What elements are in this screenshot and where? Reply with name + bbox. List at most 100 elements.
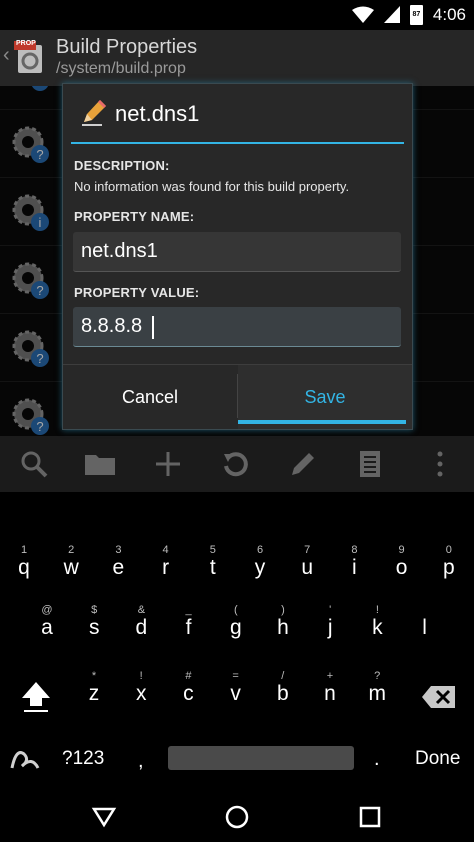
key-x[interactable]: ! x [118, 666, 164, 718]
app-title: Build Properties [56, 36, 198, 58]
pencil-icon [82, 100, 106, 126]
key-hint: 9 [398, 544, 405, 556]
soft-keyboard: 1q2w3e4r5t6y7u8i9o0p @ a $ s & d _ f(g) h ' j! k l *… [0, 492, 474, 792]
key-hint: 1 [20, 544, 28, 556]
key-hint: 4 [162, 544, 169, 556]
recents-button[interactable] [355, 802, 385, 832]
key-label: l [422, 616, 427, 639]
back-triangle-icon [91, 807, 117, 828]
back-chevron-icon[interactable]: ‹ [3, 44, 10, 67]
backspace-key[interactable] [421, 684, 457, 710]
back-button[interactable] [89, 802, 119, 832]
key-r[interactable]: 4r [143, 540, 189, 592]
key-d[interactable]: & d [118, 600, 164, 652]
key-hint: 3 [115, 544, 122, 556]
key-hint: & [137, 604, 146, 616]
key-g[interactable]: (g [213, 600, 259, 652]
property-name-input[interactable] [73, 232, 401, 271]
key-o[interactable]: 9o [379, 540, 425, 592]
shift-key[interactable] [18, 678, 54, 714]
key-hint: _ [185, 604, 192, 616]
key-label: w [63, 556, 79, 579]
key-t[interactable]: 5t [190, 540, 236, 592]
key-hint: / [281, 670, 285, 682]
key-j[interactable]: ' j [307, 600, 353, 652]
key-hint: ( [233, 604, 238, 616]
app-icon[interactable]: PROP [14, 39, 46, 75]
description-text: No information was found for this build … [74, 179, 350, 194]
property-value-field[interactable] [73, 307, 401, 347]
key-p[interactable]: 0p [426, 540, 472, 592]
key-label: h [277, 616, 289, 639]
navigation-bar [0, 792, 474, 842]
key-hint: 0 [445, 544, 452, 556]
key-label: n [324, 682, 336, 705]
property-name-field[interactable] [73, 232, 401, 272]
shift-icon [22, 682, 50, 712]
key-c[interactable]: # c [165, 666, 211, 718]
key-label: v [230, 682, 241, 705]
key-hint: + [326, 670, 334, 682]
key-label: p [442, 556, 455, 579]
save-button-focus-bar [238, 420, 406, 424]
key-hint: @ [41, 604, 53, 616]
key-label: g [229, 616, 242, 639]
key-label: a [41, 616, 53, 639]
key-u[interactable]: 7u [284, 540, 330, 592]
key-label: s [88, 616, 100, 639]
symbols-key[interactable]: ?123 [62, 748, 104, 770]
key-s[interactable]: $ s [71, 600, 117, 652]
key-label: k [372, 616, 383, 639]
key-label: q [18, 556, 30, 579]
key-label: b [276, 682, 289, 705]
key-w[interactable]: 2w [48, 540, 94, 592]
key-a[interactable]: @ a [24, 600, 70, 652]
key-hint: $ [91, 604, 98, 616]
key-hint: ) [281, 604, 285, 616]
key-e[interactable]: 3e [95, 540, 141, 592]
app-subtitle: /system/build.prop [56, 60, 186, 77]
key-label: e [112, 556, 125, 579]
cancel-button[interactable]: Cancel [63, 365, 237, 429]
home-circle-icon [225, 805, 249, 829]
key-label: d [135, 616, 148, 639]
key-f[interactable]: _ f [166, 600, 212, 652]
comma-key[interactable]: , [138, 750, 144, 773]
voice-typing-key[interactable] [10, 746, 42, 772]
key-label: c [183, 682, 194, 705]
key-hint: = [232, 670, 239, 682]
handwriting-icon [10, 751, 40, 769]
key-label: t [209, 556, 216, 579]
key-k[interactable]: ! k [354, 600, 400, 652]
key-l[interactable]: l [402, 600, 448, 652]
home-button[interactable] [222, 802, 252, 832]
key-q[interactable]: 1q [1, 540, 47, 592]
key-label: m [368, 682, 386, 705]
key-hint: # [185, 670, 192, 682]
key-label: o [395, 556, 408, 579]
backspace-icon [422, 686, 455, 708]
key-label: i [352, 556, 357, 579]
battery-icon: 87 [409, 5, 423, 25]
key-y[interactable]: 6y [237, 540, 283, 592]
property-name-label: PROPERTY NAME: [74, 209, 195, 224]
key-h[interactable]: ) h [260, 600, 306, 652]
key-m[interactable]: ? m [354, 666, 400, 718]
key-hint: 7 [304, 544, 311, 556]
property-value-input[interactable] [73, 307, 401, 346]
spacebar[interactable] [168, 746, 354, 770]
cell-signal-icon [383, 6, 400, 23]
status-bar: 87 4:06 [0, 0, 474, 30]
key-z[interactable]: * z [71, 666, 117, 718]
key-b[interactable]: / b [260, 666, 306, 718]
period-key[interactable]: . [374, 748, 380, 771]
done-key[interactable]: Done [415, 748, 460, 770]
key-n[interactable]: + n [307, 666, 353, 718]
key-i[interactable]: 8i [331, 540, 377, 592]
dialog-title: net.dns1 [115, 101, 200, 126]
key-v[interactable]: = v [213, 666, 259, 718]
key-hint: 2 [68, 544, 75, 556]
key-label: j [327, 616, 333, 639]
key-hint: 6 [256, 544, 264, 556]
edit-property-dialog: net.dns1 DESCRIPTION: No information was… [62, 83, 413, 430]
